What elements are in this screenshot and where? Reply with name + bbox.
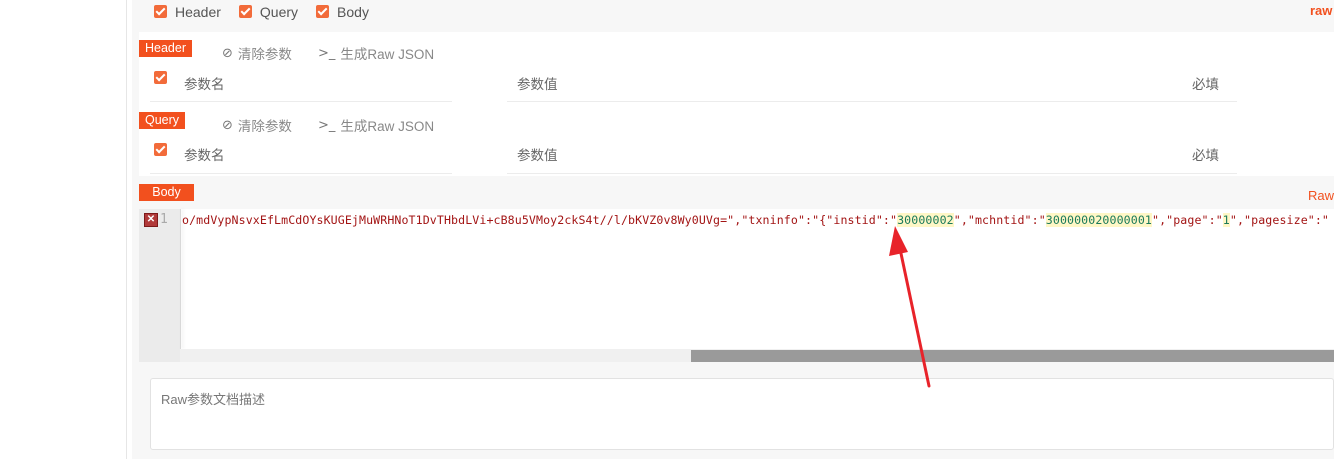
annotation-arrow: [889, 226, 931, 388]
